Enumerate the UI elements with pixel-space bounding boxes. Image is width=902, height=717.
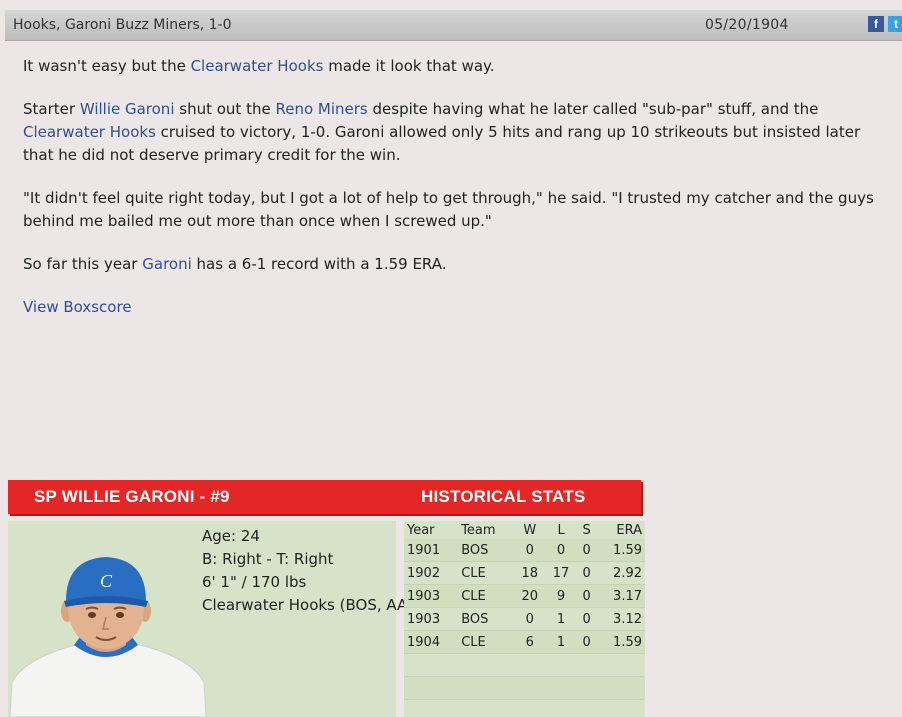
stats-cell: 3.12 bbox=[596, 607, 645, 631]
stats-cell: 9 bbox=[545, 584, 577, 608]
historical-stats-panel: Year Team W L S ERA 1901 BOS 0 0 0 1.59 bbox=[404, 521, 645, 717]
stats-cell: 2.92 bbox=[596, 561, 645, 585]
player-link-willie-garoni[interactable]: Willie Garoni bbox=[80, 100, 175, 118]
facebook-share-icon[interactable]: f bbox=[868, 16, 884, 32]
historical-stats-table: Year Team W L S ERA 1901 BOS 0 0 0 1.59 bbox=[404, 521, 645, 700]
stats-row: 1903 BOS 0 1 0 3.12 bbox=[404, 607, 645, 631]
stats-row-empty bbox=[404, 676, 645, 700]
player-portrait: C bbox=[9, 557, 207, 717]
stats-cell: 17 bbox=[545, 561, 577, 585]
team-link-reno-miners[interactable]: Reno Miners bbox=[275, 100, 367, 118]
stats-cell: 0 bbox=[576, 561, 597, 585]
twitter-share-icon[interactable]: t bbox=[888, 16, 902, 32]
stats-cell: 1903 bbox=[404, 607, 459, 631]
stats-col-w: W bbox=[523, 522, 537, 538]
player-card-body: C Age: 24 B: Right - T: Right 6' 1" / 17… bbox=[8, 521, 424, 717]
article-text: despite having what he later called "sub… bbox=[367, 100, 819, 118]
article-paragraph: So far this year Garoni has a 6-1 record… bbox=[23, 253, 893, 276]
article-text: Starter bbox=[23, 100, 80, 118]
article-text: shut out the bbox=[174, 100, 276, 118]
article-paragraph: View Boxscore bbox=[23, 296, 893, 319]
article-paragraph: Starter Willie Garoni shut out the Reno … bbox=[23, 98, 893, 167]
stats-col-era: ERA bbox=[616, 522, 642, 538]
stats-col-l: L bbox=[557, 522, 565, 538]
stats-row: 1901 BOS 0 0 0 1.59 bbox=[404, 539, 645, 562]
stats-cell: 1903 bbox=[404, 584, 459, 608]
team-link-clearwater-hooks[interactable]: Clearwater Hooks bbox=[23, 123, 156, 141]
stats-cell: 6 bbox=[514, 630, 546, 654]
article-paragraph: It wasn't easy but the Clearwater Hooks … bbox=[23, 55, 893, 78]
stats-col-team: Team bbox=[461, 522, 496, 538]
article-body: It wasn't easy but the Clearwater Hooks … bbox=[23, 55, 893, 339]
stats-cell: 18 bbox=[514, 561, 546, 585]
article-header-bar: Hooks, Garoni Buzz Miners, 1-0 05/20/190… bbox=[5, 10, 902, 41]
stats-row: 1904 CLE 6 1 0 1.59 bbox=[404, 630, 645, 654]
article-paragraph: "It didn't feel quite right today, but I… bbox=[23, 189, 874, 230]
article-text: made it look that way. bbox=[323, 57, 495, 75]
article-headline: Hooks, Garoni Buzz Miners, 1-0 bbox=[13, 17, 232, 33]
view-boxscore-link[interactable]: View Boxscore bbox=[23, 298, 132, 316]
stats-col-s: S bbox=[582, 522, 591, 538]
stats-cell: 0 bbox=[576, 539, 597, 562]
stats-cell: 1 bbox=[545, 630, 577, 654]
stats-row-empty bbox=[404, 653, 645, 677]
player-bio: Age: 24 B: Right - T: Right 6' 1" / 170 … bbox=[202, 525, 424, 617]
stats-cell: CLE bbox=[458, 584, 515, 608]
article-text: So far this year bbox=[23, 255, 143, 273]
historical-stats-title: HISTORICAL STATS bbox=[421, 487, 586, 506]
stats-cell: 1.59 bbox=[596, 539, 645, 562]
article-text: It wasn't easy but the bbox=[23, 57, 191, 75]
stats-cell: 0 bbox=[545, 539, 577, 562]
stats-cell: BOS bbox=[458, 539, 515, 562]
player-age: Age: 24 bbox=[202, 527, 260, 545]
stats-cell: 1.59 bbox=[596, 630, 645, 654]
stats-col-year: Year bbox=[407, 522, 435, 538]
stats-cell: 20 bbox=[514, 584, 546, 608]
stats-cell: 1901 bbox=[404, 539, 459, 562]
stats-cell: 0 bbox=[576, 584, 597, 608]
player-card-header: SP WILLIE GARONI - #9 HISTORICAL STATS bbox=[8, 480, 641, 514]
stats-row: 1902 CLE 18 17 0 2.92 bbox=[404, 561, 645, 585]
team-link-clearwater-hooks[interactable]: Clearwater Hooks bbox=[191, 57, 324, 75]
stats-header-row: Year Team W L S ERA bbox=[404, 521, 645, 539]
stats-cell: 1 bbox=[545, 607, 577, 631]
player-link-garoni[interactable]: Garoni bbox=[142, 255, 192, 273]
news-page: Hooks, Garoni Buzz Miners, 1-0 05/20/190… bbox=[0, 0, 902, 717]
stats-cell: 0 bbox=[576, 630, 597, 654]
player-team: Clearwater Hooks (BOS, AAA) bbox=[202, 596, 424, 614]
stats-cell: 1904 bbox=[404, 630, 459, 654]
stats-cell: 0 bbox=[514, 539, 546, 562]
stats-cell: 0 bbox=[514, 607, 546, 631]
article-date: 05/20/1904 bbox=[705, 17, 789, 33]
stats-row: 1903 CLE 20 9 0 3.17 bbox=[404, 584, 645, 608]
stats-cell: 0 bbox=[576, 607, 597, 631]
stats-cell: CLE bbox=[458, 561, 515, 585]
stats-cell: 3.17 bbox=[596, 584, 645, 608]
player-bats-throws: B: Right - T: Right bbox=[202, 550, 334, 568]
stats-cell: 1902 bbox=[404, 561, 459, 585]
stats-cell: BOS bbox=[458, 607, 515, 631]
stats-cell: CLE bbox=[458, 630, 515, 654]
article-text: has a 6-1 record with a 1.59 ERA. bbox=[191, 255, 447, 273]
player-height-weight: 6' 1" / 170 lbs bbox=[202, 573, 307, 591]
cap-logo: C bbox=[100, 571, 113, 591]
player-name-title: SP WILLIE GARONI - #9 bbox=[34, 487, 230, 506]
